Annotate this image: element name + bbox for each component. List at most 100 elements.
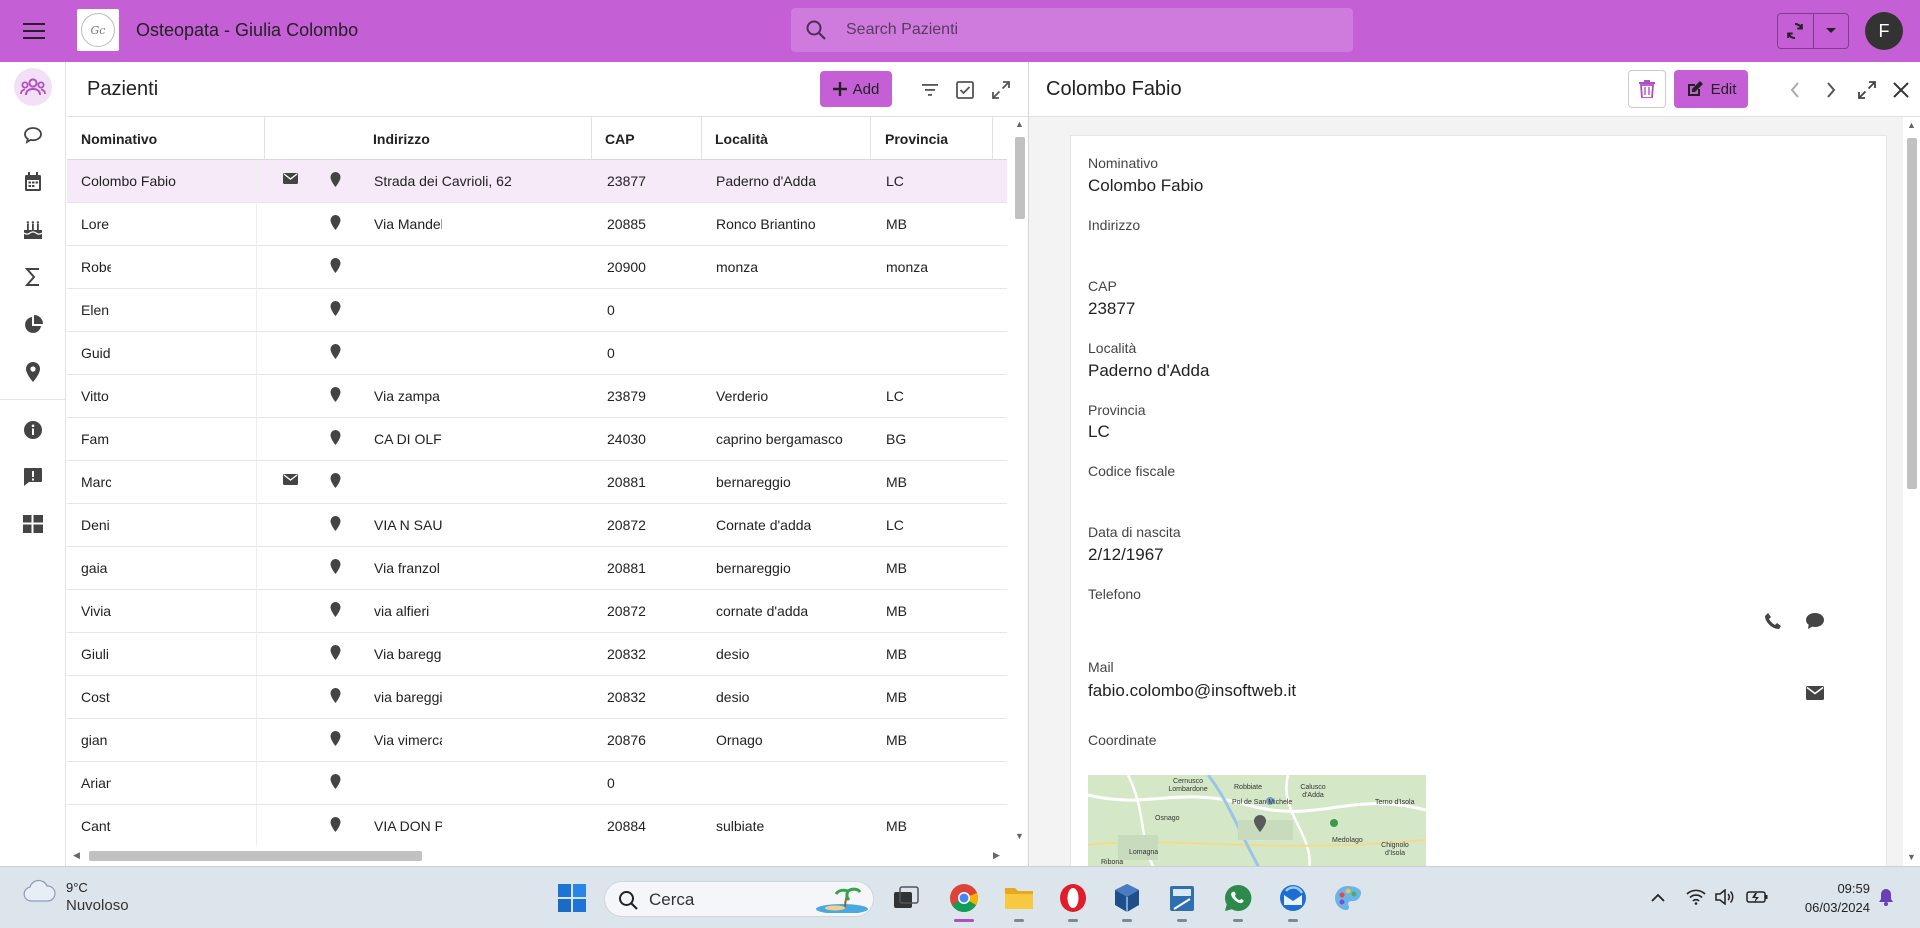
cell-provincia: MB [886,474,907,490]
running-app-indicator [1288,919,1298,922]
virtualbox-icon[interactable] [1107,878,1147,918]
search-input[interactable] [846,8,1336,52]
detail-vertical-scrollbar[interactable]: ▲ ▼ [1903,117,1920,866]
expand-icon[interactable] [1855,78,1879,102]
field-label-mail: Mail [1088,659,1114,675]
table-row[interactable]: Colombo Fabio Strada dei Cavrioli, 62 2387… [67,160,1007,203]
chevron-left-icon[interactable] [1783,78,1807,102]
map-pin-icon[interactable] [330,559,341,574]
chevron-right-icon[interactable] [1819,78,1843,102]
map-pin-icon[interactable] [330,301,341,316]
feedback-icon[interactable] [14,458,52,496]
windows-start-icon[interactable] [552,878,592,918]
pie-chart-icon[interactable] [14,306,52,344]
sigma-icon[interactable] [14,258,52,296]
map-pin-icon[interactable] [330,516,341,531]
filter-icon[interactable] [917,77,943,103]
phone-icon[interactable] [1762,610,1784,632]
table-row[interactable]: Vivia via alfieri 20872 cornate d'adda MB [67,590,1007,633]
mail-icon[interactable] [283,474,298,485]
map-pin-icon[interactable] [330,473,341,488]
table-row[interactable]: Arian 0 [67,762,1007,805]
people-icon[interactable] [14,68,52,106]
trash-icon [1639,80,1655,98]
info-icon[interactable] [14,411,52,449]
map-pin-icon[interactable] [330,215,341,230]
table-row[interactable]: Robe 20900 monza monza [67,246,1007,289]
map-pin-icon[interactable] [330,688,341,703]
whatsapp-icon[interactable] [1218,878,1258,918]
dashboard-icon[interactable] [14,505,52,543]
map-pin-icon[interactable] [330,258,341,273]
calculator-app-icon[interactable] [1162,878,1202,918]
table-row[interactable]: Giuli Via baregg 20832 desio MB [67,633,1007,676]
field-value-mail[interactable]: fabio.colombo@insoftweb.it [1088,681,1296,701]
thunderbird-icon[interactable] [1273,878,1313,918]
scroll-thumb[interactable] [1015,137,1025,219]
close-icon[interactable] [1889,78,1913,102]
chevron-up-icon[interactable] [1646,885,1670,909]
volume-icon[interactable] [1713,885,1737,909]
map-pin-icon[interactable] [330,172,341,187]
table-row[interactable]: Deni VIA N SAU 20872 Cornate d'adda LC [67,504,1007,547]
table-row[interactable]: Vitto Via zampa 23879 Verderio LC [67,375,1007,418]
delete-button[interactable] [1628,70,1666,108]
col-provincia[interactable]: Provincia [885,131,948,147]
avatar[interactable]: F [1865,12,1903,50]
opera-icon[interactable] [1053,878,1093,918]
paint-icon[interactable] [1328,878,1368,918]
add-button[interactable]: Add [820,71,892,107]
map-pin-icon[interactable] [330,645,341,660]
map-pin-icon[interactable] [330,602,341,617]
table-row[interactable]: gaia Via franzol 20881 bernareggio MB [67,547,1007,590]
table-row[interactable]: Guid 0 [67,332,1007,375]
select-checkbox-icon[interactable] [952,77,978,103]
table-row[interactable]: Lore Via Mandelli 2 20885 Ronco Briantino MB [67,203,1007,246]
col-indirizzo[interactable]: Indirizzo [373,131,430,147]
location-map[interactable]: Cernusco Lombardone Robbiate Calusco d'A… [1088,775,1426,866]
task-view-icon[interactable] [886,878,926,918]
calendar-icon[interactable] [14,163,52,201]
col-localita[interactable]: Località [715,131,768,147]
list-horizontal-scrollbar[interactable]: ◀ ▶ [67,845,1007,866]
chrome-icon[interactable] [944,878,984,918]
system-clock[interactable]: 09:59 06/03/2024 [1760,879,1870,917]
mail-icon[interactable] [283,173,298,184]
expand-icon[interactable] [988,77,1014,103]
cell-localita: Ronco Briantino [716,216,816,232]
edit-button[interactable]: Edit [1674,70,1748,108]
map-pin-icon[interactable] [330,430,341,445]
chat-icon[interactable] [14,116,52,154]
list-vertical-scrollbar[interactable]: ▲ ▼ [1011,117,1028,845]
table-row[interactable]: Marc 20881 bernareggio MB [67,461,1007,504]
map-pin-icon[interactable] [330,387,341,402]
taskbar-search[interactable]: Cerca [604,881,874,917]
table-row[interactable]: gian Via vimerca 20876 Ornago MB [67,719,1007,762]
map-pin-icon[interactable] [330,774,341,789]
cell-nominativo: Cant [81,818,111,834]
wifi-icon[interactable] [1684,885,1708,909]
notification-bell-icon[interactable] [1874,885,1898,909]
file-explorer-icon[interactable] [999,878,1039,918]
cell-nominativo: Marc [81,474,111,490]
weather-widget[interactable]: 9°C Nuvoloso [22,879,129,915]
map-pin-icon[interactable] [330,344,341,359]
table-row[interactable]: Cant VIA DON P 20884 sulbiate MB [67,805,1007,845]
table-row[interactable]: Cost via bareggi 20832 desio MB [67,676,1007,719]
table-row[interactable]: Elen 0 [67,289,1007,332]
col-nominativo[interactable]: Nominativo [81,131,157,147]
field-value-localita: Paderno d'Adda [1088,361,1210,380]
mail-icon[interactable] [1804,682,1826,704]
sync-icon[interactable] [1778,14,1814,48]
map-pin-icon[interactable] [14,353,52,391]
hamburger-icon[interactable] [20,17,48,45]
scroll-thumb[interactable] [89,851,422,861]
chevron-down-icon[interactable] [1814,14,1849,48]
map-pin-icon[interactable] [330,731,341,746]
chat-icon[interactable] [1804,610,1826,632]
cake-icon[interactable] [14,211,52,249]
scroll-thumb[interactable] [1907,138,1917,489]
table-row[interactable]: Fam CA DI OLFI 24030 caprino bergamasco BG [67,418,1007,461]
col-cap[interactable]: CAP [605,131,635,147]
map-pin-icon[interactable] [330,817,341,832]
